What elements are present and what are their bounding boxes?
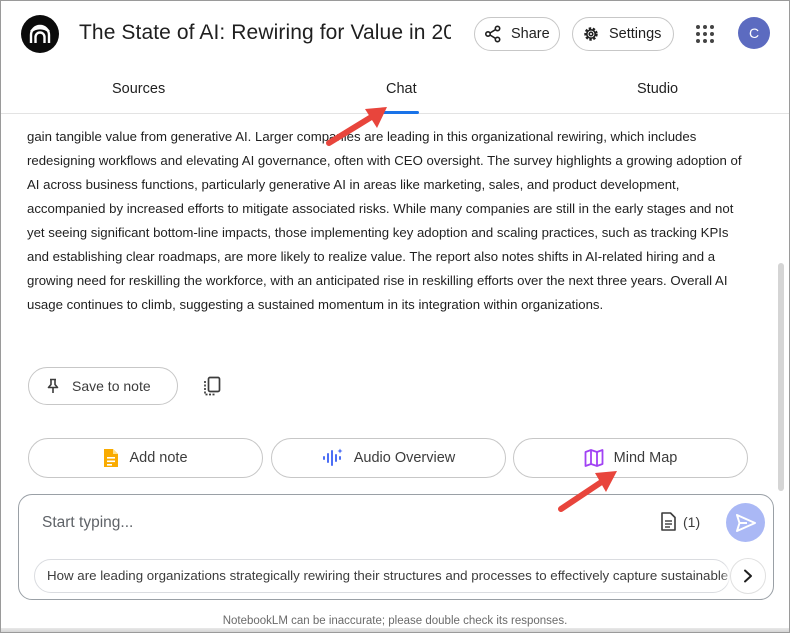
notebooklm-window: The State of AI: Rewiring for Value in 2… xyxy=(0,0,790,633)
save-to-note-button[interactable]: Save to note xyxy=(28,367,178,405)
mind-map-button[interactable]: Mind Map xyxy=(513,438,748,478)
note-icon xyxy=(104,449,119,467)
source-count-indicator[interactable]: (1) xyxy=(661,512,700,531)
bottom-edge xyxy=(1,628,789,632)
chat-input[interactable]: Start typing... xyxy=(42,514,133,532)
avatar-initial: C xyxy=(748,25,760,41)
send-icon xyxy=(735,513,756,532)
settings-button[interactable]: Settings xyxy=(572,17,674,51)
next-suggestion-button[interactable] xyxy=(730,558,766,594)
add-note-label: Add note xyxy=(129,450,188,466)
chat-input-box: Start typing... (1) How are leading orga… xyxy=(18,494,774,600)
tab-sources[interactable]: Sources xyxy=(112,81,165,97)
copy-button[interactable] xyxy=(201,375,223,397)
share-button[interactable]: Share xyxy=(474,17,560,51)
tab-studio[interactable]: Studio xyxy=(637,81,678,97)
chat-scrollbar[interactable] xyxy=(778,263,784,491)
copy-icon xyxy=(204,376,221,396)
share-label: Share xyxy=(511,26,550,42)
suggested-question-chip[interactable]: How are leading organizations strategica… xyxy=(34,559,730,593)
annotation-arrow-mind-map xyxy=(558,471,617,512)
pin-icon xyxy=(47,378,59,393)
add-note-button[interactable]: Add note xyxy=(28,438,263,478)
share-icon xyxy=(484,25,501,43)
audio-overview-label: Audio Overview xyxy=(353,450,456,466)
source-count-label: (1) xyxy=(683,513,701,530)
avatar[interactable]: C xyxy=(738,17,770,49)
settings-label: Settings xyxy=(609,26,662,42)
gear-icon xyxy=(584,27,598,41)
header-bar: The State of AI: Rewiring for Value in 2… xyxy=(1,1,789,67)
send-button[interactable] xyxy=(726,503,765,542)
apps-grid-button[interactable] xyxy=(695,24,715,44)
disclaimer-text: NotebookLM can be inaccurate; please dou… xyxy=(222,615,568,627)
annotation-arrow-chat xyxy=(326,107,387,146)
document-icon xyxy=(661,512,676,531)
notebooklm-logo[interactable] xyxy=(21,15,59,53)
notebook-title[interactable]: The State of AI: Rewiring for Value in 2… xyxy=(79,21,451,45)
notebooklm-logo-icon xyxy=(29,24,51,43)
chevron-right-icon xyxy=(744,569,752,583)
audio-overview-button[interactable]: Audio Overview xyxy=(271,438,506,478)
chat-response-text: gain tangible value from generative AI. … xyxy=(27,129,742,312)
apps-grid-icon xyxy=(696,25,714,43)
save-to-note-label: Save to note xyxy=(72,378,151,394)
tab-chat[interactable]: Chat xyxy=(386,81,417,97)
tab-bar: Sources Chat Studio xyxy=(1,67,789,114)
audio-waveform-icon xyxy=(322,448,343,466)
